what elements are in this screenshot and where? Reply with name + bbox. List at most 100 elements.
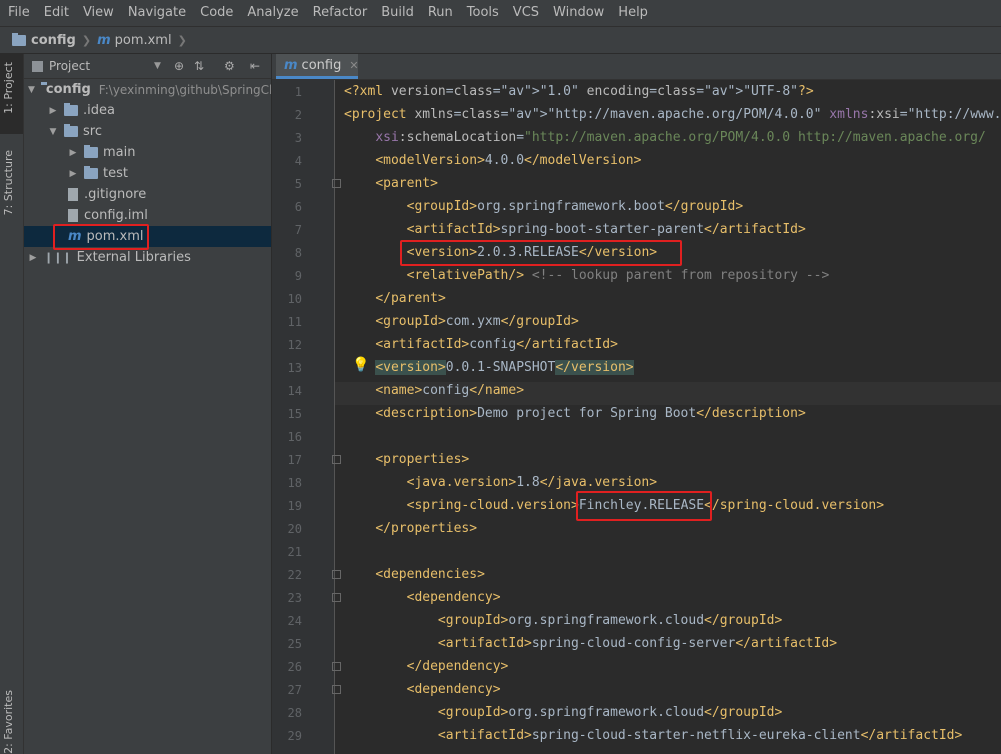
menu-code[interactable]: Code: [192, 0, 239, 26]
editor-gutter: 1 2 3 4 5 6 7 8 9 10 11 12 13 14 15 16 17 18 19 20 21 22 23 24 2…: [272, 80, 341, 754]
tree-item-gitignore[interactable]: .gitignore: [24, 184, 271, 205]
code-line: <dependencies>: [375, 567, 485, 582]
code-line: <parent>: [375, 176, 438, 191]
code-line: <artifactId>spring-cloud-config-server</…: [437, 636, 838, 651]
line-number: 13: [287, 361, 302, 375]
highlight-box-parent-version: [400, 240, 682, 266]
chevron-down-icon[interactable]: ▼: [28, 85, 35, 95]
tree-item-label: .idea: [83, 103, 115, 118]
editor-tab-config[interactable]: m config ✕: [276, 54, 359, 79]
folder-icon: [84, 166, 98, 179]
fold-marker-icon[interactable]: [332, 179, 341, 188]
menu-analyze[interactable]: Analyze: [239, 0, 304, 26]
chevron-right-icon[interactable]: ▶: [48, 106, 58, 116]
text-file-icon: [68, 188, 78, 201]
maven-icon: m: [97, 32, 111, 48]
code-line: </parent>: [375, 291, 446, 306]
tree-item-config-iml[interactable]: config.iml: [24, 205, 271, 226]
line-number: 20: [287, 522, 302, 536]
menu-edit[interactable]: Edit: [36, 0, 75, 26]
line-number: 29: [287, 729, 302, 743]
breadcrumb: config ❯ m pom.xml ❯: [0, 27, 1001, 54]
tree-item-external-libraries[interactable]: ▶ ❙❙❙ External Libraries: [24, 247, 271, 268]
line-number: 18: [287, 476, 302, 490]
tree-item-main[interactable]: ▶ main: [24, 142, 271, 163]
tree-root-label: config: [45, 82, 91, 97]
line-number: 14: [287, 384, 302, 398]
tab-project[interactable]: 1: Project: [2, 62, 15, 114]
fold-marker-icon[interactable]: [332, 593, 341, 602]
menu-run[interactable]: Run: [420, 0, 459, 26]
chevron-right-icon[interactable]: ▶: [28, 253, 38, 263]
project-panel: Project ▼ ⊕ ⇅ ⚙ ⇤ ▼ config F:\yexinming\…: [24, 54, 271, 754]
line-number: 23: [287, 591, 302, 605]
menu-navigate[interactable]: Navigate: [120, 0, 192, 26]
tree-item-root[interactable]: ▼ config F:\yexinming\github\SpringCloud: [24, 79, 271, 100]
menu-file[interactable]: File: [0, 0, 36, 26]
fold-marker-icon[interactable]: [332, 662, 341, 671]
line-number: 9: [294, 269, 302, 283]
menu-view[interactable]: View: [75, 0, 120, 26]
tab-structure[interactable]: 7: Structure: [2, 150, 15, 215]
line-number: 22: [287, 568, 302, 582]
chevron-down-icon[interactable]: ▼: [154, 61, 161, 71]
line-number: 11: [287, 315, 302, 329]
tree-item-idea[interactable]: ▶ .idea: [24, 100, 271, 121]
menu-tools[interactable]: Tools: [459, 0, 505, 26]
menu-bar: File Edit View Navigate Code Analyze Ref…: [0, 0, 1001, 27]
breadcrumb-project[interactable]: config: [12, 32, 76, 48]
code-area[interactable]: <?xml version=class="av">"1.0" encoding=…: [344, 80, 1001, 754]
tree-item-src[interactable]: ▼ src: [24, 121, 271, 142]
line-number: 8: [294, 246, 302, 260]
menu-vcs[interactable]: VCS: [505, 0, 545, 26]
folder-icon: [84, 145, 98, 158]
line-number: 12: [287, 338, 302, 352]
menu-help[interactable]: Help: [610, 0, 654, 26]
code-line: <groupId>org.springframework.boot</group…: [406, 199, 744, 214]
code-line: <name>config</name>: [375, 383, 525, 398]
code-line: <?xml version=class="av">"1.0" encoding=…: [344, 84, 814, 99]
code-line: <groupId>com.yxm</groupId>: [375, 314, 579, 329]
chevron-right-icon[interactable]: ▶: [68, 169, 78, 179]
tree-item-label: src: [83, 124, 102, 139]
close-icon[interactable]: ✕: [349, 59, 358, 72]
line-number: 2: [294, 108, 302, 122]
fold-marker-icon[interactable]: [332, 455, 341, 464]
fold-marker-icon[interactable]: [332, 570, 341, 579]
chevron-down-icon[interactable]: ▼: [48, 127, 58, 137]
gear-icon[interactable]: ⚙: [224, 59, 235, 73]
breadcrumb-file[interactable]: m pom.xml: [97, 33, 172, 48]
code-line: <modelVersion>4.0.0</modelVersion>: [375, 153, 642, 168]
code-line: <project xmlns=class="av">"http://maven.…: [344, 107, 1001, 122]
tree-item-label: External Libraries: [76, 250, 191, 265]
folder-icon: [64, 124, 78, 137]
project-view-icon: [32, 60, 43, 72]
tree-item-test[interactable]: ▶ test: [24, 163, 271, 184]
chevron-right-icon[interactable]: ▶: [68, 148, 78, 158]
tree-item-label: main: [103, 145, 136, 160]
tab-favorites[interactable]: 2: Favorites: [2, 690, 15, 754]
editor-tab-label: config: [301, 57, 342, 73]
line-number: 27: [287, 683, 302, 697]
target-icon[interactable]: ⊕: [174, 59, 184, 73]
line-number: 7: [294, 223, 302, 237]
project-panel-header: Project ▼ ⊕ ⇅ ⚙ ⇤: [24, 54, 271, 79]
fold-marker-icon[interactable]: [332, 685, 341, 694]
code-line: <relativePath/> <!-- lookup parent from …: [406, 268, 830, 283]
hide-icon[interactable]: ⇤: [250, 59, 260, 73]
left-tool-strip: 1: Project 7: Structure 2: Favorites: [0, 54, 24, 754]
breadcrumb-file-label: pom.xml: [114, 32, 172, 48]
code-line: <description>Demo project for Spring Boo…: [375, 406, 806, 421]
menu-build[interactable]: Build: [373, 0, 420, 26]
collapse-icon[interactable]: ⇅: [194, 59, 204, 73]
menu-window[interactable]: Window: [545, 0, 610, 26]
code-line: xsi:schemaLocation="http://maven.apache.…: [375, 130, 986, 145]
intention-bulb-icon[interactable]: 💡: [352, 357, 369, 373]
line-number: 25: [287, 637, 302, 651]
iml-file-icon: [68, 209, 78, 222]
tree-item-label: config.iml: [84, 208, 148, 223]
code-line: <artifactId>spring-cloud-starter-netflix…: [437, 728, 963, 743]
code-line: <dependency>: [406, 682, 501, 697]
menu-refactor[interactable]: Refactor: [305, 0, 374, 26]
project-view-selector[interactable]: Project: [49, 59, 90, 73]
